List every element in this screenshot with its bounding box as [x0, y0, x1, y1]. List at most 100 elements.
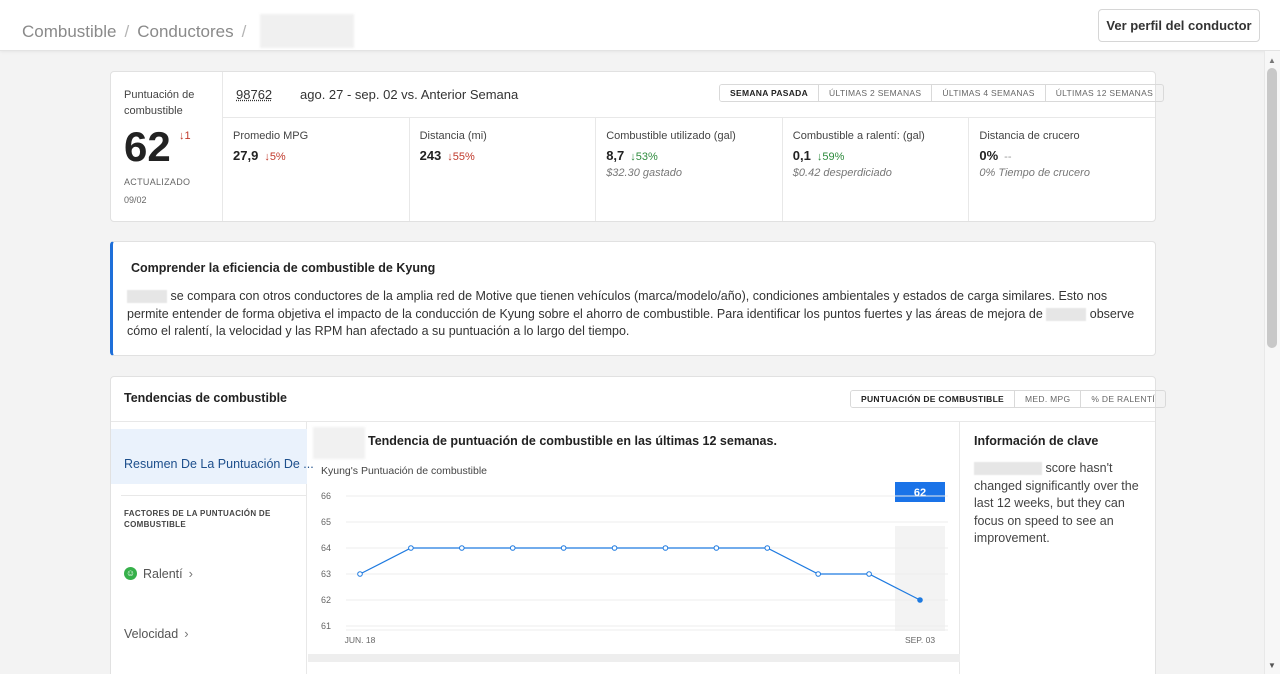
chart-area: Tendencia de puntuación de combustible e…	[308, 422, 960, 674]
y-tick-label: 61	[321, 621, 331, 631]
metric-value: 243 ↓55%	[420, 148, 475, 163]
y-tick-label: 65	[321, 517, 331, 527]
nav-score-summary[interactable]: Resumen De La Puntuación De ...	[111, 429, 314, 484]
scroll-down-icon[interactable]: ▼	[1268, 661, 1276, 670]
y-tick-label: 63	[321, 569, 331, 579]
data-point	[560, 545, 567, 551]
highlight-badge-label: 62	[914, 487, 926, 499]
info-title: Comprender la eficiencia de combustible …	[131, 261, 436, 275]
chevron-right-icon: ›	[188, 566, 193, 581]
updated-date: 09/02	[124, 195, 147, 205]
metric-number: 0%	[979, 148, 999, 163]
metric-cell: Promedio MPG 27,9 ↓5%	[223, 118, 409, 221]
info-body: se compara con otros conductores de la a…	[127, 288, 1139, 341]
data-point	[815, 571, 821, 577]
top-bar: Combustible / Conductores / Ver perfil d…	[0, 0, 1280, 51]
metric-change: ↓55%	[447, 151, 475, 163]
metric-cell: Combustible utilizado (gal) 8,7 ↓53% $32.30…	[595, 118, 782, 221]
score-summary: Puntuación de combustible 62 ↓1 ACTUALIZ…	[111, 72, 223, 221]
redacted-driver-name	[974, 462, 1042, 476]
nav-item-speed[interactable]: Velocidad ›	[124, 626, 189, 641]
metric-cell: Combustible a ralentí: (gal) 0,1 ↓59% $0.42…	[781, 118, 969, 221]
period-selector: SEMANA PASADA ÚLTIMAS 2 SEMANAS ÚLTIMAS …	[719, 84, 1165, 102]
y-tick-label: 66	[321, 491, 331, 501]
score-id-link[interactable]: 98762	[236, 87, 272, 102]
data-point	[611, 545, 618, 551]
chevron-right-icon: ›	[184, 626, 189, 641]
breadcrumb-separator: /	[241, 22, 247, 41]
x-tick-label: JUN. 18	[345, 635, 376, 645]
metric-label: Distancia de crucero	[979, 130, 1080, 142]
metric-number: 243	[419, 148, 442, 163]
scrollbar-thumb[interactable]	[1267, 68, 1277, 348]
data-point	[662, 545, 669, 551]
updated-label: ACTUALIZADO	[124, 177, 191, 187]
metric-change: ↓53%	[630, 151, 658, 163]
divider	[121, 495, 307, 496]
metric-change: ↓5%	[264, 151, 286, 163]
info-body-text-1: se compara con otros conductores de la a…	[127, 289, 1108, 321]
breadcrumb-drivers[interactable]: Conductores	[137, 22, 233, 42]
metric-subtext: 0% Tiempo de crucero	[979, 167, 1090, 179]
data-point	[408, 545, 414, 551]
date-range: ago. 27 - sep. 02 vs. Anterior Semana	[300, 87, 519, 102]
metric-change: ↓59%	[816, 151, 845, 163]
score-factors-nav: Resumen De La Puntuación De ... FACTORES…	[111, 422, 314, 674]
highlight-column	[895, 526, 945, 631]
x-tick-label: SEP. 03	[905, 635, 935, 645]
data-point	[866, 571, 872, 577]
metric-value: 27,9 ↓5%	[233, 148, 286, 163]
score-delta: ↓1	[179, 130, 191, 142]
metric-change: --	[1004, 151, 1012, 163]
trend-metric-selector: PUNTUACIÓN DE COMBUSTIBLE MED. MPG % DE …	[850, 390, 1166, 408]
tab-idle-percent[interactable]: % DE RALENTÍ	[1080, 391, 1165, 407]
tab-fuel-score[interactable]: PUNTUACIÓN DE COMBUSTIBLE	[851, 391, 1015, 407]
metric-subtext: $32.30 gastado	[606, 167, 683, 179]
scroll-up-icon[interactable]: ▲	[1268, 56, 1276, 65]
metric-subtext: $0.42 desperdiciado	[792, 167, 892, 179]
trends-title: Tendencias de combustible	[124, 391, 288, 405]
metric-value: 8,7 ↓53%	[606, 148, 658, 163]
nav-item-idle-label: Ralentí	[143, 566, 183, 581]
fuel-efficiency-info-card: Comprender la eficiencia de combustible …	[110, 241, 1156, 356]
nav-score-summary-label: Resumen De La Puntuación De ...	[124, 457, 314, 471]
data-point	[713, 545, 720, 551]
metric-label: Distancia (mi)	[419, 130, 487, 142]
fuel-trends-card: Tendencias de combustible PUNTUACIÓN DE …	[110, 376, 1166, 674]
metric-value: 0% --	[979, 148, 1011, 163]
breadcrumb-fuel[interactable]: Combustible	[22, 22, 117, 42]
nav-item-idle[interactable]: ☺ Ralentí ›	[124, 566, 193, 581]
data-point	[509, 545, 516, 551]
metric-label: Combustible a ralentí: (gal)	[792, 130, 925, 142]
metric-number: 27,9	[233, 148, 259, 163]
fuel-score-card: Puntuación de combustible 62 ↓1 ACTUALIZ…	[110, 71, 1165, 222]
key-info-title: Información de clave	[974, 434, 1099, 448]
breadcrumb: Combustible / Conductores /	[22, 14, 355, 48]
breadcrumb-driver-redacted	[260, 14, 355, 48]
smile-icon: ☺	[124, 567, 137, 580]
data-point	[459, 545, 465, 551]
data-point	[764, 545, 771, 551]
score-value: 62	[124, 123, 171, 170]
metric-number: 8,7	[606, 148, 625, 163]
view-driver-profile-button[interactable]: Ver perfil del conductor	[1098, 9, 1260, 42]
period-last-week[interactable]: SEMANA PASADA	[720, 85, 819, 101]
tab-avg-mpg[interactable]: MED. MPG	[1014, 391, 1080, 407]
chart-footer-bar	[308, 654, 960, 662]
fuel-score-line-chart: 62 66 65 64 63 62 61 JUN. 18 SEP. 03	[321, 482, 948, 645]
metric-cell: Distancia de crucero 0% -- 0% Tiempo de cru…	[968, 118, 1155, 221]
redacted-driver-name	[127, 290, 167, 304]
metric-label: Promedio MPG	[233, 130, 309, 142]
y-tick-label: 62	[321, 595, 331, 605]
metric-label: Combustible utilizado (gal)	[606, 130, 736, 142]
redacted-driver-name	[1046, 307, 1087, 321]
period-last-12-weeks[interactable]: ÚLTIMAS 12 SEMANAS	[1044, 85, 1163, 101]
period-last-2-weeks[interactable]: ÚLTIMAS 2 SEMANAS	[818, 85, 931, 101]
key-information-panel: Información de clave score hasn't change…	[961, 422, 1155, 674]
nav-item-speed-label: Velocidad	[124, 626, 179, 641]
metrics-row: Promedio MPG 27,9 ↓5% Distancia (mi) 243 ↓55%…	[223, 117, 1155, 221]
data-point	[917, 597, 923, 603]
nav-factors-heading: FACTORES DE LA PUNTUACIÓN DE COMBUSTIBLE	[124, 509, 271, 529]
metric-value: 0,1 ↓59%	[793, 148, 845, 163]
period-last-4-weeks[interactable]: ÚLTIMAS 4 SEMANAS	[931, 85, 1044, 101]
